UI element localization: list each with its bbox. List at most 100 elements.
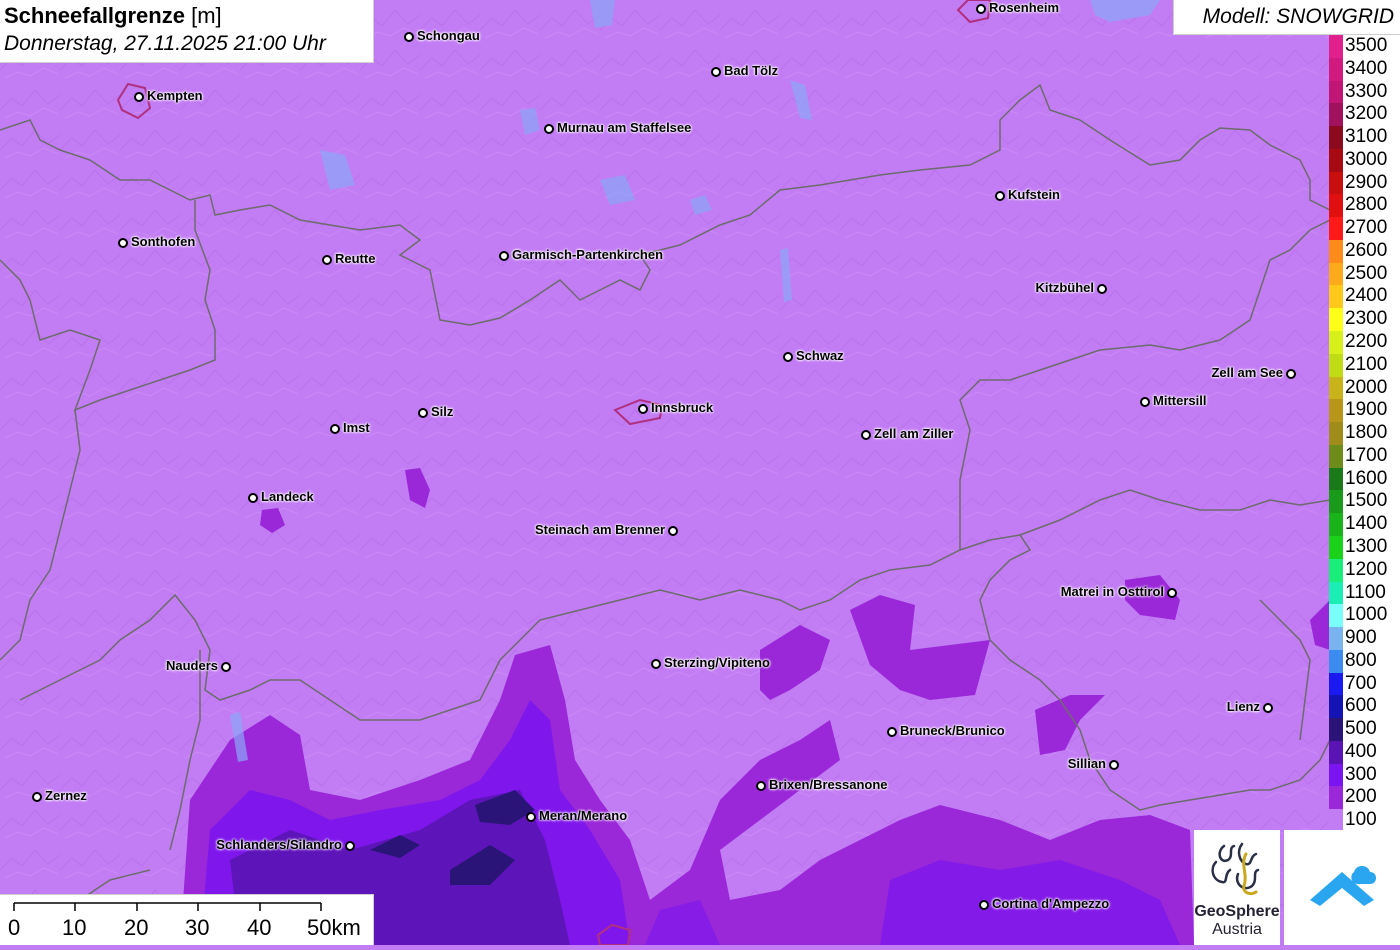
city-dot-icon bbox=[221, 662, 231, 672]
legend-label: 2500 bbox=[1343, 262, 1400, 286]
city-dot-icon bbox=[979, 900, 989, 910]
legend-item: 2200 bbox=[1329, 331, 1400, 354]
legend-swatch bbox=[1329, 535, 1343, 559]
legend-item: 1200 bbox=[1329, 558, 1400, 582]
legend-swatch bbox=[1329, 558, 1343, 582]
legend-label: 1700 bbox=[1343, 444, 1400, 468]
city-label: Innsbruck bbox=[651, 400, 714, 415]
legend-swatch bbox=[1329, 194, 1343, 218]
scale-label: 40 bbox=[247, 915, 272, 940]
logo-sub: Austria bbox=[1212, 921, 1262, 938]
legend-item: 1300 bbox=[1329, 535, 1400, 559]
legend-swatch bbox=[1329, 444, 1343, 468]
legend-label: 2800 bbox=[1343, 194, 1400, 218]
legend-label: 300 bbox=[1343, 763, 1400, 787]
geosphere-logo-icon bbox=[1211, 842, 1260, 896]
legend-label: 3400 bbox=[1343, 57, 1400, 81]
legend-item: 100 bbox=[1329, 809, 1400, 832]
legend-item: 3300 bbox=[1329, 80, 1400, 104]
city-label: Schongau bbox=[417, 28, 480, 43]
legend-swatch bbox=[1329, 148, 1343, 172]
legend-label: 3100 bbox=[1343, 126, 1400, 149]
legend-item: 3500 bbox=[1329, 35, 1400, 58]
legend-item: 600 bbox=[1329, 695, 1400, 719]
city-label: Lienz bbox=[1226, 699, 1260, 714]
legend-swatch bbox=[1329, 695, 1343, 719]
city-label: Meran/Merano bbox=[539, 808, 628, 823]
scale-label: 30 bbox=[185, 915, 210, 940]
scale-bar: 0 10 20 30 40 50km bbox=[0, 894, 374, 945]
geosphere-logo[interactable]: GeoSphere Austria bbox=[1194, 830, 1280, 945]
legend-label: 1900 bbox=[1343, 399, 1400, 423]
legend-swatch bbox=[1329, 35, 1343, 58]
model-panel: Modell: SNOWGRID bbox=[1173, 0, 1400, 35]
city-label: Cortina d'Ampezzo bbox=[992, 896, 1110, 911]
legend-swatch bbox=[1329, 331, 1343, 354]
legend-swatch bbox=[1329, 627, 1343, 650]
map-unit: [m] bbox=[191, 3, 222, 28]
legend-swatch bbox=[1329, 467, 1343, 491]
city-label: Reutte bbox=[335, 251, 376, 266]
legend-item: 2100 bbox=[1329, 353, 1400, 377]
legend-item: 2500 bbox=[1329, 262, 1400, 286]
legend-item: 2600 bbox=[1329, 239, 1400, 263]
legend-swatch bbox=[1329, 399, 1343, 423]
snowfall-line-map[interactable] bbox=[0, 0, 1400, 945]
legend-swatch bbox=[1329, 718, 1343, 741]
legend-label: 900 bbox=[1343, 627, 1400, 650]
legend-item: 2000 bbox=[1329, 376, 1400, 400]
legend-label: 1400 bbox=[1343, 513, 1400, 536]
city-label: Garmisch-Partenkirchen bbox=[512, 247, 664, 262]
city-dot-icon bbox=[134, 92, 144, 102]
city-label: Matrei in Osttirol bbox=[1060, 584, 1164, 599]
legend-item: 1700 bbox=[1329, 444, 1400, 468]
legend-item: 300 bbox=[1329, 763, 1400, 787]
legend-swatch bbox=[1329, 353, 1343, 377]
city-dot-icon bbox=[1263, 703, 1273, 713]
city-label: Sonthofen bbox=[131, 234, 196, 249]
legend-swatch bbox=[1329, 262, 1343, 286]
city-label: Imst bbox=[343, 420, 370, 435]
city-dot-icon bbox=[995, 191, 1005, 201]
city-dot-icon bbox=[756, 781, 766, 791]
city-label: Nauders bbox=[165, 658, 218, 673]
legend-item: 3100 bbox=[1329, 126, 1400, 149]
city-dot-icon bbox=[668, 526, 678, 536]
legend-label: 2300 bbox=[1343, 308, 1400, 332]
city-label: Brixen/Bressanone bbox=[769, 777, 888, 792]
legend-swatch bbox=[1329, 285, 1343, 309]
legend-label: 3000 bbox=[1343, 148, 1400, 172]
legend-label: 2400 bbox=[1343, 285, 1400, 309]
city-dot-icon bbox=[404, 32, 414, 42]
legend-label: 700 bbox=[1343, 672, 1400, 696]
legend-label: 500 bbox=[1343, 718, 1400, 741]
legend-label: 1100 bbox=[1343, 581, 1400, 605]
legend-label: 1200 bbox=[1343, 558, 1400, 582]
city-dot-icon bbox=[1097, 284, 1107, 294]
city-label: Bruneck/Brunico bbox=[900, 723, 1005, 738]
legend-swatch bbox=[1329, 809, 1343, 832]
legend-label: 2200 bbox=[1343, 331, 1400, 354]
legend-label: 1500 bbox=[1343, 490, 1400, 514]
legend-item: 1500 bbox=[1329, 490, 1400, 514]
cloud-arrow-logo[interactable] bbox=[1284, 830, 1400, 945]
legend-swatch bbox=[1329, 103, 1343, 127]
scale-label: 0 bbox=[8, 915, 21, 940]
legend-item: 1600 bbox=[1329, 467, 1400, 491]
legend-label: 400 bbox=[1343, 740, 1400, 764]
legend-item: 1400 bbox=[1329, 513, 1400, 536]
city-label: Kufstein bbox=[1008, 187, 1060, 202]
city-dot-icon bbox=[322, 255, 332, 265]
city-dot-icon bbox=[526, 812, 536, 822]
city-dot-icon bbox=[976, 4, 986, 14]
legend-item: 500 bbox=[1329, 718, 1400, 741]
legend-swatch bbox=[1329, 763, 1343, 787]
city-label: Sterzing/Vipiteno bbox=[664, 655, 770, 670]
city-label: Rosenheim bbox=[989, 0, 1060, 15]
legend-label: 1300 bbox=[1343, 535, 1400, 559]
city-label: Schwaz bbox=[796, 348, 844, 363]
title-panel: Schneefallgrenze [m] Donnerstag, 27.11.2… bbox=[0, 0, 374, 63]
legend-item: 3400 bbox=[1329, 57, 1400, 81]
legend-swatch bbox=[1329, 171, 1343, 195]
city-label: Landeck bbox=[261, 489, 314, 504]
